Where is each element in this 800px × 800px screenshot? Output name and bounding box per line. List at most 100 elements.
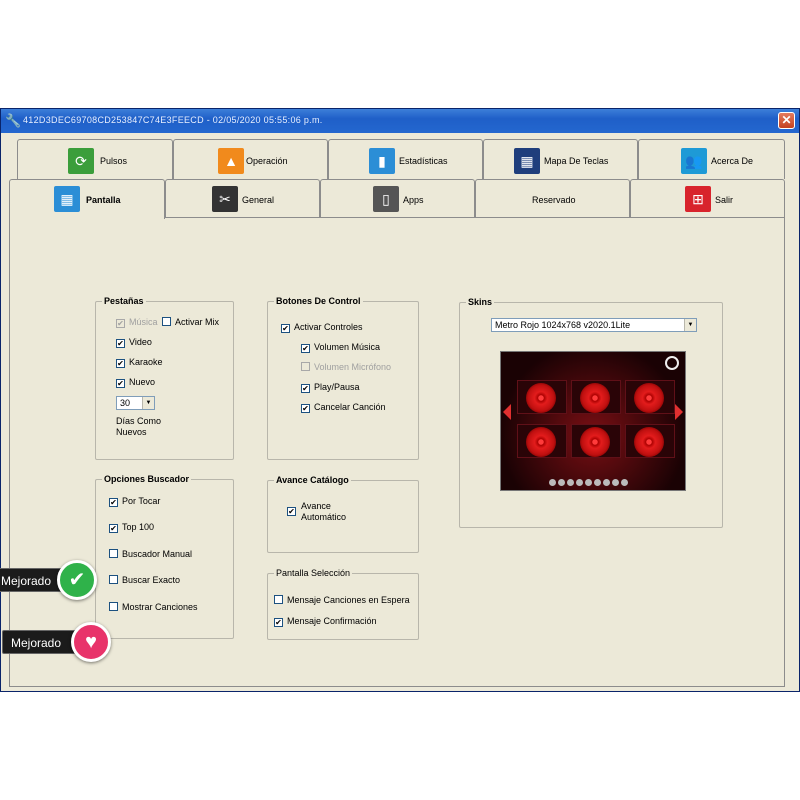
tab-mapa-de-teclas[interactable]: ▦ Mapa De Teclas (483, 139, 638, 179)
checkbox-box: ✔ (116, 359, 125, 368)
group-title: Pestañas (102, 296, 146, 306)
checkbox-mostrar-canciones[interactable]: Mostrar Canciones (109, 602, 198, 613)
checkbox-label: Cancelar Canción (314, 402, 386, 412)
vlc-cone-icon: ▲ (218, 148, 244, 174)
checkbox-label: Play/Pausa (314, 382, 360, 392)
checkbox-label: Volumen Micrófono (314, 362, 392, 372)
group-title: Skins (466, 297, 495, 307)
checkbox-activar-controles[interactable]: ✔ Activar Controles (281, 322, 363, 333)
tab-general[interactable]: ✂ General (165, 179, 320, 217)
checkbox-box (109, 549, 118, 558)
checkbox-label: Video (129, 337, 152, 347)
checkbox-box: ✔ (287, 507, 296, 516)
checkbox-label: Volumen Música (314, 342, 381, 352)
page-dot (603, 479, 610, 486)
disc-icon (580, 427, 610, 457)
tab-label: Apps (403, 195, 424, 205)
disc-icon (526, 427, 556, 457)
preview-tile (517, 424, 567, 458)
preview-tile (517, 380, 567, 414)
checkbox-top-100[interactable]: ✔ Top 100 (109, 522, 154, 533)
tab-pulsos[interactable]: ⟳ Pulsos (17, 139, 173, 179)
checkbox-box: ✔ (281, 324, 290, 333)
group-title: Avance Catálogo (274, 475, 351, 485)
chevron-down-icon[interactable]: ▼ (142, 397, 154, 409)
checkbox-cancelar-cancion[interactable]: ✔ Cancelar Canción (301, 402, 386, 413)
heart-icon: ♥ (71, 622, 111, 662)
preview-tile (571, 424, 621, 458)
checkbox-label: Por Tocar (122, 496, 161, 506)
checkbox-box: ✔ (116, 339, 125, 348)
window-title: 412D3DEC69708CD253847C74E3FEECD - 02/05/… (23, 115, 323, 125)
checkbox-mensaje-confirmacion[interactable]: ✔ Mensaje Confirmación (274, 616, 377, 627)
checkmark-icon: ✔ (57, 560, 97, 600)
group-title: Botones De Control (274, 296, 363, 306)
checkbox-label: Activar Controles (294, 322, 363, 332)
checkbox-volumen-microfono[interactable]: Volumen Micrófono (301, 362, 391, 373)
checkbox-musica[interactable]: ✔ Música (116, 317, 158, 328)
pulse-icon: ⟳ (68, 148, 94, 174)
tab-label: Estadísticas (399, 156, 448, 166)
dias-label-2: Nuevos (116, 427, 147, 437)
close-button[interactable]: ✕ (778, 112, 795, 129)
checkbox-karaoke[interactable]: ✔ Karaoke (116, 357, 163, 368)
checkbox-mensaje-espera[interactable]: Mensaje Canciones en Espera (274, 595, 410, 606)
page-dot (558, 479, 565, 486)
tab-label: Pantalla (86, 195, 121, 205)
checkbox-buscador-manual[interactable]: Buscador Manual (109, 549, 192, 560)
logo-icon (665, 356, 679, 370)
page-dot (576, 479, 583, 486)
checkbox-box (162, 317, 171, 326)
checkbox-label: Top 100 (122, 522, 155, 532)
keyboard-map-icon: ▦ (514, 148, 540, 174)
checkbox-nuevo[interactable]: ✔ Nuevo (116, 377, 155, 388)
checkbox-video[interactable]: ✔ Video (116, 337, 152, 348)
tab-operacion[interactable]: ▲ Operación (173, 139, 328, 179)
checkbox-play-pausa[interactable]: ✔ Play/Pausa (301, 382, 360, 393)
checkbox-box: ✔ (301, 404, 310, 413)
disc-icon (580, 383, 610, 413)
checkbox-box: ✔ (109, 498, 118, 507)
title-bar[interactable]: 🔧 412D3DEC69708CD253847C74E3FEECD - 02/0… (1, 109, 799, 133)
preview-tile (571, 380, 621, 414)
tab-label: Operación (246, 156, 288, 166)
tab-label: Mapa De Teclas (544, 156, 609, 166)
checkbox-buscar-exacto[interactable]: Buscar Exacto (109, 575, 180, 586)
checkbox-label: Buscar Exacto (122, 575, 181, 585)
checkbox-box: ✔ (301, 344, 310, 353)
bar-chart-icon: ▮ (369, 148, 395, 174)
tab-estadisticas[interactable]: ▮ Estadísticas (328, 139, 483, 179)
checkbox-avance-automatico[interactable]: ✔ (287, 505, 300, 516)
users-icon: 👥 (681, 148, 707, 174)
checkbox-volumen-musica[interactable]: ✔ Volumen Música (301, 342, 380, 353)
badge-label: Mejorado (11, 636, 62, 650)
skin-select[interactable]: Metro Rojo 1024x768 v2020.1Lite ▼ (491, 318, 697, 332)
page-dot (594, 479, 601, 486)
checkbox-box (109, 602, 118, 611)
disc-icon (634, 427, 664, 457)
checkbox-box: ✔ (274, 618, 283, 627)
phone-icon: ▯ (373, 186, 399, 212)
checkbox-activar-mix[interactable]: Activar Mix (162, 317, 219, 328)
tab-acerca-de[interactable]: 👥 Acerca De (638, 139, 785, 179)
checkbox-box (274, 595, 283, 604)
checkbox-box (301, 362, 310, 371)
select-value: Metro Rojo 1024x768 v2020.1Lite (495, 320, 631, 330)
avance-label-1: Avance (301, 501, 331, 511)
checkbox-label: Karaoke (129, 357, 163, 367)
dias-select[interactable]: 30 ▼ (116, 396, 155, 410)
chevron-down-icon[interactable]: ▼ (684, 319, 696, 331)
checkbox-label: Nuevo (129, 377, 156, 387)
disc-icon (526, 383, 556, 413)
tab-salir[interactable]: ⊞ Salir (630, 179, 785, 217)
select-value: 30 (120, 398, 131, 408)
checkbox-label: Mensaje Confirmación (287, 616, 377, 626)
checkbox-por-tocar[interactable]: ✔ Por Tocar (109, 496, 160, 507)
arrow-left-icon (503, 404, 511, 420)
page-dot (621, 479, 628, 486)
avance-label-2: Automático (301, 512, 347, 522)
tab-pantalla[interactable]: ▦ Pantalla (9, 179, 165, 219)
tab-apps[interactable]: ▯ Apps (320, 179, 475, 217)
tab-reservado[interactable]: Reservado (475, 179, 630, 217)
page-dot (585, 479, 592, 486)
